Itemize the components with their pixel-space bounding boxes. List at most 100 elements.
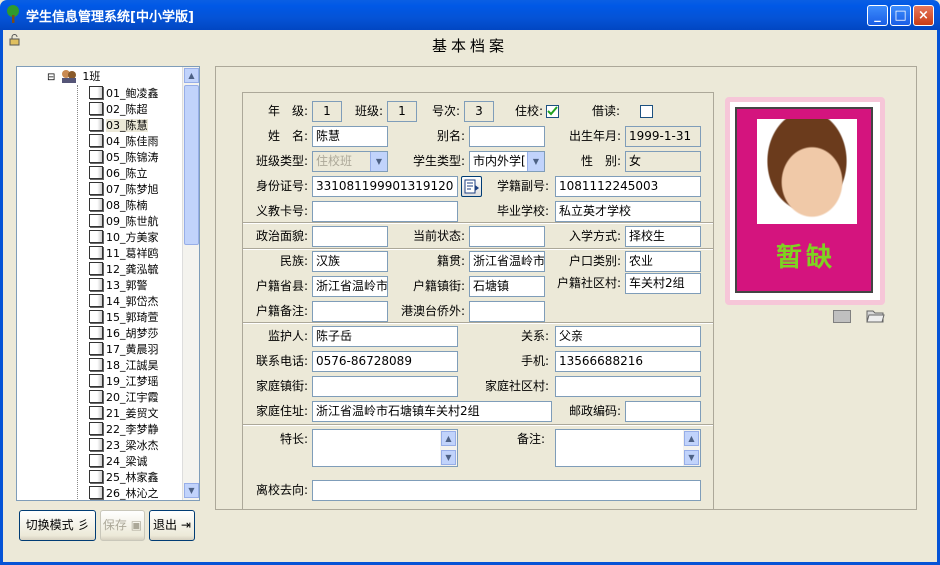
home-town-input[interactable] <box>312 376 458 397</box>
tree-item[interactable]: 09_陈世航 <box>89 214 159 230</box>
tree-item[interactable]: 14_郭岱杰 <box>89 294 159 310</box>
hukou-town-input[interactable]: 石塘镇 <box>469 276 545 297</box>
disk-icon: ▣ <box>130 518 143 532</box>
tree-item[interactable]: 05_陈锦涛 <box>89 150 159 166</box>
phone-input[interactable]: 0576-86728089 <box>312 351 458 372</box>
hukou-note-input[interactable] <box>312 301 388 322</box>
tree-item[interactable]: 10_方美家 <box>89 230 159 246</box>
tree-item[interactable]: 19_江梦瑶 <box>89 374 159 390</box>
tree-item[interactable]: 04_陈佳雨 <box>89 134 159 150</box>
folder-open-icon[interactable] <box>866 309 885 323</box>
tree-item[interactable]: 18_江誠昊 <box>89 358 159 374</box>
gender-field[interactable]: 女 <box>625 151 701 172</box>
tree-item[interactable]: 06_陈立 <box>89 166 148 182</box>
tree-item[interactable]: 21_姜贸文 <box>89 406 159 422</box>
tree-item[interactable]: 12_龚泓毓 <box>89 262 159 278</box>
birth-field[interactable]: 1999-1-31 <box>625 126 701 147</box>
scroll-down-icon[interactable]: ▼ <box>684 450 699 465</box>
tree-item[interactable]: 23_梁冰杰 <box>89 438 159 454</box>
tree-item-label: 20_江宇霞 <box>106 391 159 404</box>
photo-frame[interactable]: 暂缺 <box>725 97 885 305</box>
grade-field[interactable]: 1 <box>312 101 342 122</box>
tree-item[interactable]: 07_陈梦旭 <box>89 182 159 198</box>
class-type-select[interactable]: 住校班 ▼ <box>312 151 388 172</box>
id-number-input[interactable]: 331081199901319120 <box>312 176 458 197</box>
label-enroll: 入学方式: <box>568 229 621 243</box>
divider <box>243 248 713 250</box>
hukou-type-input[interactable]: 农业 <box>625 251 701 272</box>
save-button[interactable]: 保存 ▣ <box>100 510 145 541</box>
scroll-up-icon[interactable]: ▲ <box>441 431 456 446</box>
mobile-input[interactable]: 13566688216 <box>555 351 701 372</box>
student-type-select[interactable]: 市内外学[ ▼ <box>469 151 545 172</box>
tree-item[interactable]: 17_黄晨羽 <box>89 342 159 358</box>
label-guardian: 监护人: <box>267 329 308 343</box>
student-card-icon <box>89 374 103 387</box>
class-field[interactable]: 1 <box>387 101 417 122</box>
day-checkbox[interactable] <box>640 105 653 118</box>
enroll-input[interactable]: 择校生 <box>625 226 701 247</box>
scroll-thumb[interactable] <box>184 85 199 245</box>
tree-item[interactable]: 15_郭琦萱 <box>89 310 159 326</box>
tree-item[interactable]: 16_胡梦莎 <box>89 326 159 342</box>
tree-root[interactable]: ⊟ 1班 <box>47 69 100 86</box>
alias-input[interactable] <box>469 126 545 147</box>
scroll-up-icon[interactable]: ▲ <box>684 431 699 446</box>
address-input[interactable]: 浙江省温岭市石塘镇车关村2组 <box>312 401 552 422</box>
scroll-up-icon[interactable]: ▲ <box>184 68 199 83</box>
tree-item[interactable]: 11_葛祥鸥 <box>89 246 159 262</box>
tree-scrollbar[interactable]: ▲ ▼ <box>182 67 199 500</box>
name-input[interactable]: 陈慧 <box>312 126 388 147</box>
close-button[interactable]: × <box>913 5 934 26</box>
compulsory-card-input[interactable] <box>312 201 458 222</box>
maximize-button[interactable]: □ <box>890 5 911 26</box>
tree-item[interactable]: 20_江宇霞 <box>89 390 159 406</box>
tree-item[interactable]: 25_林家鑫 <box>89 470 159 486</box>
native-input[interactable]: 浙江省温岭市 <box>469 251 545 272</box>
boarding-checkbox[interactable] <box>546 105 559 118</box>
tree-item[interactable]: 24_梁诚 <box>89 454 148 470</box>
hukou-county-input[interactable]: 浙江省温岭市 <box>312 276 388 297</box>
switch-mode-button[interactable]: 切换模式 彡 <box>19 510 96 541</box>
remark-textarea[interactable]: ▲ ▼ <box>555 429 701 467</box>
postcode-input[interactable] <box>625 401 701 422</box>
tree-item[interactable]: 22_李梦静 <box>89 422 159 438</box>
label-name: 姓 名: <box>267 129 308 143</box>
student-card-icon <box>89 294 103 307</box>
label-relation: 关系: <box>520 329 549 343</box>
label-reg-no: 学籍副号: <box>496 179 549 193</box>
tree-item[interactable]: 26_林沁之 <box>89 486 159 500</box>
exit-button[interactable]: 退出 ⇥ <box>149 510 195 541</box>
collapse-icon[interactable]: ⊟ <box>47 72 55 83</box>
number-field[interactable]: 3 <box>464 101 494 122</box>
dropdown-arrow-icon[interactable]: ▼ <box>527 152 544 171</box>
id-lookup-button[interactable] <box>461 176 482 197</box>
status-input[interactable] <box>469 226 545 247</box>
camera-icon[interactable] <box>833 310 851 323</box>
student-tree[interactable]: ⊟ 1班 01_鲍凌鑫 02_陈超 03_陈慧 04_陈佳雨 05_陈锦涛 06_陈立 07… <box>16 66 200 501</box>
tree-item[interactable]: 01_鲍凌鑫 <box>89 86 159 102</box>
home-village-input[interactable] <box>555 376 701 397</box>
tree-item[interactable]: 02_陈超 <box>89 102 148 118</box>
leave-destination-input[interactable] <box>312 480 701 501</box>
label-hukou-type: 户口类别: <box>568 254 621 268</box>
dropdown-arrow-icon[interactable]: ▼ <box>370 152 387 171</box>
hukou-village-input[interactable]: 车关村2组 <box>625 273 701 294</box>
grad-school-input[interactable]: 私立英才学校 <box>555 201 701 222</box>
political-input[interactable] <box>312 226 388 247</box>
tree-item-label: 13_郭警 <box>106 279 148 292</box>
scroll-down-icon[interactable]: ▼ <box>184 483 199 498</box>
tree-item-label: 06_陈立 <box>106 167 148 180</box>
tree-item[interactable]: 03_陈慧 <box>89 118 148 134</box>
nation-input[interactable]: 汉族 <box>312 251 388 272</box>
tree-item[interactable]: 08_陈楠 <box>89 198 148 214</box>
scroll-down-icon[interactable]: ▼ <box>441 450 456 465</box>
guardian-input[interactable]: 陈子岳 <box>312 326 458 347</box>
relation-input[interactable]: 父亲 <box>555 326 701 347</box>
reg-number-input[interactable]: 1081112245003 <box>555 176 701 197</box>
tree-item[interactable]: 13_郭警 <box>89 278 148 294</box>
overseas-input[interactable] <box>469 301 545 322</box>
specialty-textarea[interactable]: ▲ ▼ <box>312 429 458 467</box>
student-card-icon <box>89 422 103 435</box>
minimize-button[interactable]: _ <box>867 5 888 26</box>
